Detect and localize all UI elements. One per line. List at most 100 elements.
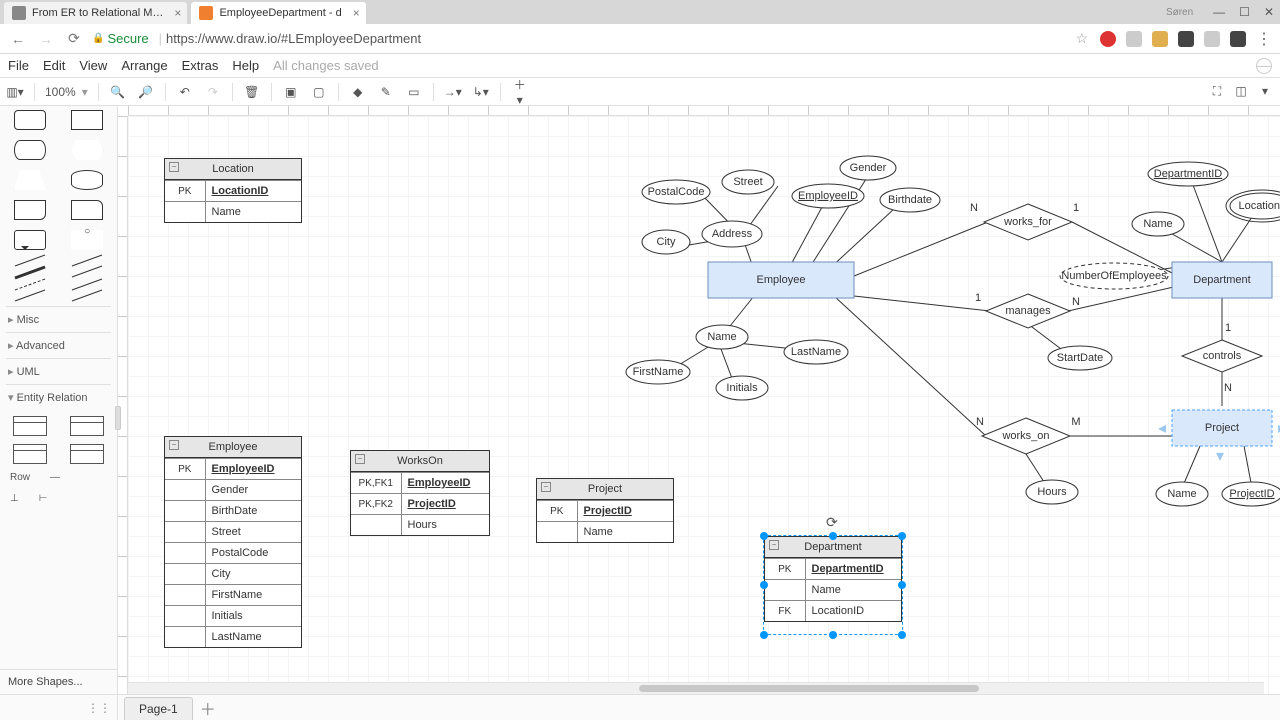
minimize-icon[interactable]: — — [1213, 5, 1225, 19]
shape-callout[interactable] — [14, 230, 46, 250]
chrome-tab-1[interactable]: From ER to Relational M… × — [4, 2, 187, 24]
menu-help[interactable]: Help — [232, 58, 259, 73]
er-shape-table[interactable] — [13, 416, 47, 436]
shape-line2[interactable] — [72, 290, 102, 302]
shape-cloud[interactable] — [71, 170, 103, 190]
table-department[interactable]: −Department PKDepartmentID Name FKLocati… — [764, 536, 902, 622]
zoom-out-icon[interactable]: 🔎 — [137, 85, 155, 99]
format-panel-icon[interactable]: ◫ — [1232, 84, 1250, 99]
shape-curve[interactable] — [15, 255, 45, 267]
er-shape-list2[interactable] — [70, 444, 104, 464]
tab-title: EmployeeDepartment - d — [219, 7, 341, 19]
outline-toggle-icon[interactable]: ⋮⋮ — [0, 695, 118, 720]
shape-card[interactable] — [71, 200, 103, 220]
shape-document[interactable] — [14, 200, 46, 220]
delete-icon[interactable]: 🗑 — [243, 85, 261, 99]
menu-file[interactable]: File — [8, 58, 29, 73]
maximize-icon[interactable]: ☐ — [1239, 5, 1250, 19]
shape-trapezoid[interactable] — [14, 170, 46, 190]
close-icon[interactable]: × — [174, 6, 181, 20]
svg-text:LastName: LastName — [791, 346, 841, 358]
diagram-canvas[interactable]: Employee Department Project works_for ma… — [128, 116, 1280, 694]
shadow-icon[interactable]: ▭ — [405, 85, 423, 99]
secure-badge[interactable]: 🔒 Secure — [92, 31, 149, 46]
shape-actor[interactable] — [71, 230, 103, 250]
er-divider-shape[interactable]: — — [50, 472, 60, 483]
table-project[interactable]: −Project PKProjectID Name — [536, 478, 674, 543]
menu-view[interactable]: View — [79, 58, 107, 73]
chrome-tab-2[interactable]: EmployeeDepartment - d × — [191, 2, 365, 24]
line-icon[interactable]: ✎ — [377, 85, 395, 99]
insert-icon[interactable]: ＋▾ — [511, 76, 529, 107]
er-shape[interactable]: ⊥ — [10, 493, 19, 504]
close-icon[interactable]: × — [353, 6, 360, 20]
add-page-button[interactable]: ＋ — [195, 695, 221, 720]
fill-icon[interactable]: ◆ — [349, 85, 367, 99]
collapse-icon[interactable]: − — [769, 540, 779, 550]
shape-thick-arrow[interactable] — [14, 266, 45, 280]
fullscreen-icon[interactable]: ⛶ — [1208, 84, 1226, 99]
language-icon[interactable] — [1256, 58, 1272, 74]
omnibox-row: ← → ⟳ 🔒 Secure | https://www.draw.io/#LE… — [0, 24, 1280, 54]
sidebar-section-er[interactable]: Entity Relation — [6, 384, 111, 410]
collapse-icon[interactable]: − — [169, 162, 179, 172]
more-shapes-button[interactable]: More Shapes... — [0, 669, 117, 694]
shape-rect[interactable] — [71, 110, 103, 130]
zoom-select[interactable]: 100%▾ — [45, 85, 88, 99]
table-workson[interactable]: −WorksOn PK,FK1EmployeeID PK,FK2ProjectI… — [350, 450, 490, 536]
collapse-panel-icon[interactable]: ▾ — [1256, 84, 1274, 99]
to-back-icon[interactable]: ▢ — [310, 85, 328, 99]
shape-rounded-rect[interactable] — [14, 110, 46, 130]
page-tab-1[interactable]: Page-1 — [124, 697, 193, 720]
to-front-icon[interactable]: ▣ — [282, 85, 300, 99]
sidebar-section-uml[interactable]: UML — [6, 358, 111, 384]
sidebar-section-advanced[interactable]: Advanced — [6, 332, 111, 358]
er-row-label[interactable]: Row — [10, 472, 30, 483]
ext-icon[interactable] — [1230, 31, 1246, 47]
close-window-icon[interactable]: ✕ — [1264, 5, 1274, 19]
chrome-menu-icon[interactable]: ⋮ — [1256, 29, 1272, 49]
ext-icon[interactable] — [1152, 31, 1168, 47]
table-location[interactable]: −Location PKLocationID Name — [164, 158, 302, 223]
app-toolbar: ▥▾ 100%▾ 🔍 🔎 ↶ ↷ 🗑 ▣ ▢ ◆ ✎ ▭ →▾ ↳▾ ＋▾ ⛶ … — [0, 78, 1280, 106]
zoom-in-icon[interactable]: 🔍 — [109, 85, 127, 99]
menu-arrange[interactable]: Arrange — [121, 58, 167, 73]
er-shape-list[interactable] — [13, 444, 47, 464]
undo-icon[interactable]: ↶ — [176, 85, 194, 99]
bookmark-star-icon[interactable]: ☆ — [1075, 30, 1088, 47]
horizontal-scrollbar[interactable] — [128, 682, 1264, 694]
shape-hexagon[interactable] — [71, 140, 103, 160]
svg-text:1: 1 — [1225, 322, 1231, 334]
menu-edit[interactable]: Edit — [43, 58, 65, 73]
sidebar-section-misc[interactable]: Misc — [6, 306, 111, 332]
reload-icon[interactable]: ⟳ — [64, 30, 84, 47]
omnibox[interactable]: 🔒 Secure | https://www.draw.io/#LEmploye… — [92, 31, 1075, 46]
shape-connector[interactable] — [72, 279, 102, 291]
shape-dashed[interactable] — [15, 279, 45, 291]
menu-extras[interactable]: Extras — [182, 58, 219, 73]
table-employee[interactable]: −Employee PKEmployeeID Gender BirthDate … — [164, 436, 302, 648]
waypoint-icon[interactable]: ↳▾ — [472, 85, 490, 99]
collapse-icon[interactable]: − — [169, 440, 179, 450]
app-menubar: File Edit View Arrange Extras Help All c… — [0, 54, 1280, 78]
view-dropdown-icon[interactable]: ▥▾ — [6, 85, 24, 99]
shape-directional[interactable] — [15, 290, 45, 302]
ext-icon[interactable] — [1204, 31, 1220, 47]
ext-icon[interactable] — [1178, 31, 1194, 47]
connection-icon[interactable]: →▾ — [444, 85, 462, 99]
redo-icon[interactable]: ↷ — [204, 85, 222, 99]
shape-arrow[interactable] — [72, 255, 102, 267]
collapse-icon[interactable]: − — [541, 482, 551, 492]
er-shape-table2[interactable] — [70, 416, 104, 436]
svg-text:PostalCode: PostalCode — [648, 186, 705, 198]
ext-icon[interactable] — [1126, 31, 1142, 47]
forward-icon[interactable]: → — [36, 31, 56, 47]
shape-cylinder[interactable] — [14, 140, 46, 160]
svg-text:Hours: Hours — [1037, 486, 1067, 498]
shape-line[interactable] — [72, 266, 102, 278]
abp-icon[interactable] — [1100, 31, 1116, 47]
er-shape[interactable]: ⊢ — [39, 493, 48, 504]
profile-label[interactable]: Søren — [1166, 7, 1193, 18]
back-icon[interactable]: ← — [8, 31, 28, 47]
collapse-icon[interactable]: − — [355, 454, 365, 464]
